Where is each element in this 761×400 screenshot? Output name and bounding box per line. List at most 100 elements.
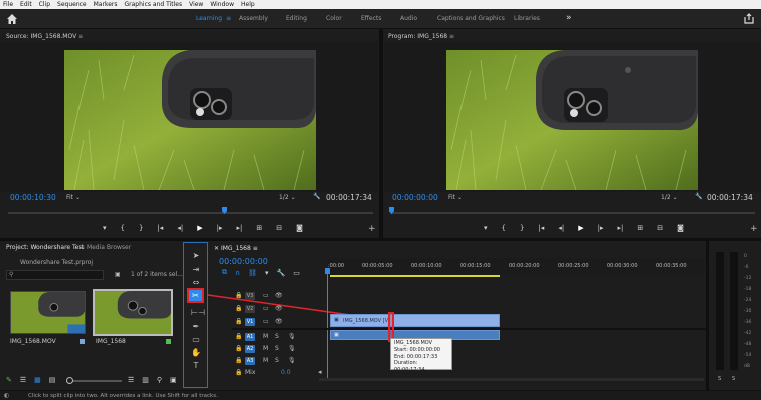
source-fit-dropdown[interactable]: Fit ⌄	[66, 194, 80, 201]
workspace-libraries[interactable]: Libraries	[514, 15, 540, 22]
mute-icon[interactable]: M	[263, 333, 268, 340]
program-add-button-icon[interactable]: +	[750, 224, 758, 234]
lock-icon[interactable]: 🔒	[235, 305, 242, 312]
workspace-audio[interactable]: Audio	[400, 15, 417, 22]
timeline-scrollbar[interactable]	[319, 378, 704, 381]
timeline-timecode[interactable]: 00:00:00:00	[219, 257, 268, 266]
source-monitor-title[interactable]: Source: IMG_1568.MOV ≡	[6, 33, 83, 40]
nest-icon[interactable]: ⧉	[222, 268, 227, 277]
voiceover-icon[interactable]: 🎙	[288, 345, 296, 352]
step-forward-icon[interactable]: |▸	[598, 224, 604, 232]
captions-icon[interactable]: ▭	[293, 269, 300, 277]
program-settings-icon[interactable]: 🔧	[695, 193, 702, 200]
solo-icon[interactable]: S	[275, 345, 279, 352]
go-to-out-icon[interactable]: ▸|	[236, 224, 242, 232]
track-label-v2[interactable]: V2	[245, 305, 255, 313]
program-fit-dropdown[interactable]: Fit ⌄	[448, 194, 462, 201]
play-icon[interactable]: ▶	[197, 224, 202, 232]
timeline-tab[interactable]: ✕ IMG_1568 ≡	[214, 245, 258, 252]
marker-icon[interactable]: ▾	[484, 224, 488, 232]
menu-window[interactable]: Window	[210, 1, 234, 8]
timeline-settings-icon[interactable]: 🔧	[277, 269, 286, 277]
program-resolution-dropdown[interactable]: 1/2 ⌄	[661, 194, 678, 201]
project-thumbnail-sequence[interactable]	[93, 289, 173, 336]
rectangle-tool-icon[interactable]: ▭	[191, 335, 201, 345]
sort-icon[interactable]: ☰	[128, 376, 134, 384]
share-icon[interactable]	[744, 13, 754, 24]
work-area-bar[interactable]	[330, 275, 500, 277]
sync-icon[interactable]: ▭	[263, 318, 269, 325]
lock-icon[interactable]: 🔒	[235, 369, 242, 376]
type-tool-icon[interactable]: T	[191, 361, 201, 371]
source-timecode[interactable]: 00:00:10:30	[10, 193, 56, 202]
voiceover-icon[interactable]: 🎙	[288, 333, 296, 340]
step-forward-icon[interactable]: |▸	[217, 224, 223, 232]
timeline-scroll-left-icon[interactable]: ◂	[318, 368, 322, 376]
program-timecode[interactable]: 00:00:00:00	[392, 193, 438, 202]
program-monitor-title[interactable]: Program: IMG_1568 ≡	[388, 33, 454, 40]
workspace-assembly[interactable]: Assembly	[239, 15, 268, 22]
list-view-icon[interactable]: ☰	[20, 376, 26, 384]
hand-tool-icon[interactable]: ✋	[191, 348, 201, 358]
lock-icon[interactable]: 🔒	[235, 292, 242, 299]
lift-icon[interactable]: ⊞	[637, 224, 643, 232]
eye-icon[interactable]: 👁	[275, 292, 283, 299]
new-item-icon[interactable]: ▣	[170, 376, 177, 384]
menu-file[interactable]: File	[3, 1, 13, 8]
track-label-a2[interactable]: A2	[245, 345, 255, 353]
automate-icon[interactable]: ▥	[142, 376, 149, 384]
snap-icon[interactable]: ∩	[235, 269, 240, 277]
marker-icon[interactable]: ▾	[103, 224, 107, 232]
source-add-button-icon[interactable]: +	[368, 224, 376, 234]
tab-project[interactable]: Project: Wondershare Test	[6, 244, 84, 251]
project-thumbnail-clip[interactable]	[10, 291, 86, 334]
chevron-double-right-icon[interactable]: »	[566, 13, 572, 23]
timeline-playhead[interactable]	[327, 268, 328, 378]
ripple-edit-tool-icon[interactable]: ⇔	[191, 278, 201, 288]
menu-clip[interactable]: Clip	[39, 1, 50, 8]
track-label-v3[interactable]: V3	[245, 292, 255, 300]
eye-icon[interactable]: 👁	[275, 318, 283, 325]
track-select-tool-icon[interactable]: ⇥	[191, 265, 201, 275]
solo-icon[interactable]: S	[275, 357, 279, 364]
tab-media-browser[interactable]: ≡ Media Browser	[80, 244, 131, 251]
mark-in-icon[interactable]: {	[502, 224, 506, 232]
zoom-slider[interactable]	[66, 377, 122, 384]
icon-view-icon[interactable]: ▦	[34, 376, 41, 384]
solo-right-button[interactable]: S	[732, 376, 735, 382]
find-icon[interactable]: ⚲	[157, 376, 162, 384]
step-back-icon[interactable]: ◂|	[558, 224, 564, 232]
go-to-out-icon[interactable]: ▸|	[617, 224, 623, 232]
project-search-input[interactable]: ⚲	[6, 270, 104, 280]
menu-markers[interactable]: Markers	[94, 1, 118, 8]
go-to-in-icon[interactable]: |◂	[157, 224, 163, 232]
mark-out-icon[interactable]: }	[139, 224, 143, 232]
source-resolution-dropdown[interactable]: 1/2 ⌄	[279, 194, 296, 201]
workspace-effects[interactable]: Effects	[361, 15, 381, 22]
timeline-playhead-handle[interactable]	[325, 268, 330, 274]
track-label-a3[interactable]: A3	[245, 357, 255, 365]
extract-icon[interactable]: ⊟	[657, 224, 663, 232]
mix-value[interactable]: 0.0	[281, 369, 291, 376]
track-label-v1[interactable]: V1	[245, 318, 255, 326]
mute-icon[interactable]: M	[263, 357, 268, 364]
eye-icon[interactable]: 👁	[275, 305, 283, 312]
sync-icon[interactable]: ▭	[263, 292, 269, 299]
menu-graphics[interactable]: Graphics and Titles	[125, 1, 183, 8]
overwrite-icon[interactable]: ⊟	[276, 224, 282, 232]
mark-out-icon[interactable]: }	[520, 224, 524, 232]
menu-sequence[interactable]: Sequence	[57, 1, 87, 8]
add-marker-icon[interactable]: ▾	[265, 269, 269, 277]
pencil-icon[interactable]: ✎	[6, 376, 12, 384]
new-bin-icon[interactable]: ▣	[115, 271, 121, 278]
video-clip[interactable]: ▣ IMG_1568.MOV [V]	[330, 314, 500, 327]
menu-help[interactable]: Help	[241, 1, 255, 8]
workspace-editing[interactable]: Editing	[286, 15, 307, 22]
go-to-in-icon[interactable]: |◂	[538, 224, 544, 232]
track-label-a1[interactable]: A1	[245, 333, 255, 341]
mark-in-icon[interactable]: {	[121, 224, 125, 232]
workspace-menu-icon[interactable]: ≡	[226, 15, 231, 22]
linked-selection-icon[interactable]: ⛓	[248, 269, 257, 277]
menu-view[interactable]: View	[189, 1, 203, 8]
step-back-icon[interactable]: ◂|	[177, 224, 183, 232]
